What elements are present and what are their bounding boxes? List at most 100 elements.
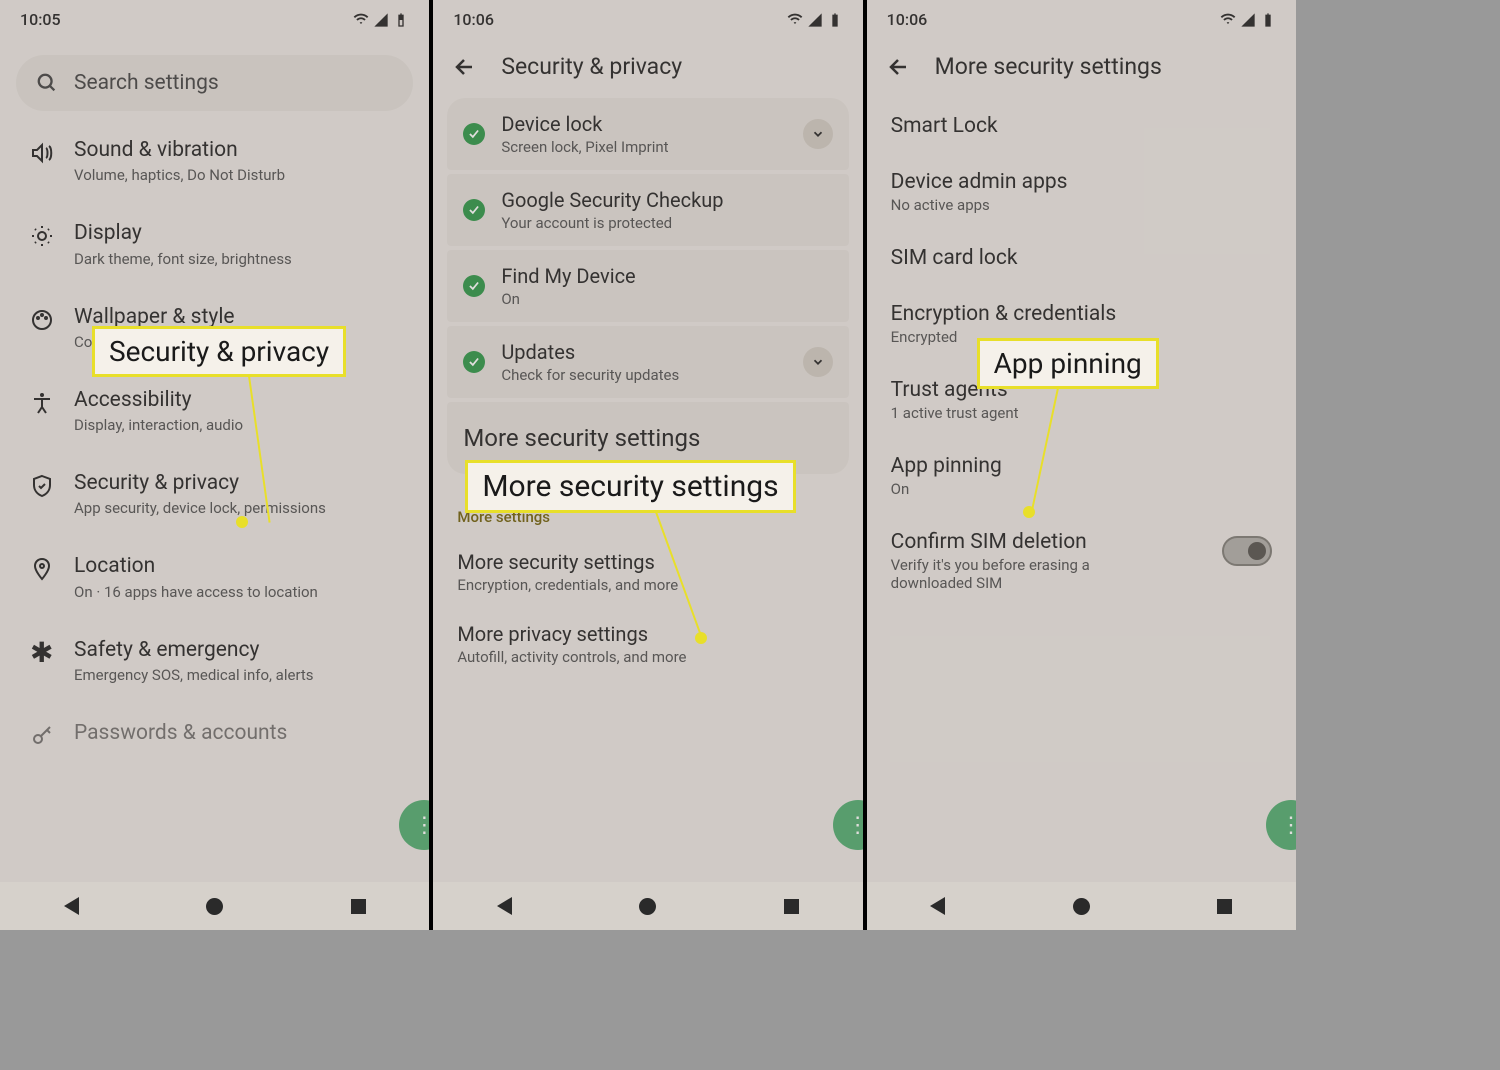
brightness-icon <box>30 224 54 252</box>
status-bar: 10:06 <box>867 0 1296 35</box>
card-title: Updates <box>501 340 786 364</box>
card-title: More security settings <box>463 424 832 452</box>
screen-security-privacy: 10:06 Security & privacy Device lock Scr… <box>433 0 866 930</box>
wifi-icon <box>353 12 369 28</box>
item-sub: Volume, haptics, Do Not Disturb <box>74 166 409 184</box>
signal-icon <box>373 12 389 28</box>
back-icon[interactable] <box>887 55 911 79</box>
card-sub: On <box>501 290 832 308</box>
settings-item-display[interactable]: Display Dark theme, font size, brightnes… <box>0 202 429 285</box>
item-title: Smart Lock <box>891 114 1272 138</box>
search-icon <box>36 72 58 94</box>
page-title: Security & privacy <box>501 53 682 80</box>
settings-item-passwords[interactable]: Passwords & accounts <box>0 702 429 770</box>
nav-back-icon[interactable] <box>497 897 512 915</box>
settings-item-accessibility[interactable]: Accessibility Display, interaction, audi… <box>0 369 429 452</box>
clock: 10:05 <box>20 10 61 29</box>
check-icon <box>463 123 485 145</box>
nav-back-icon[interactable] <box>64 897 79 915</box>
clock: 10:06 <box>887 10 928 29</box>
settings-item-safety[interactable]: ✱ Safety & emergency Emergency SOS, medi… <box>0 619 429 702</box>
screen-settings: 10:05 Search settings Sound & vibration … <box>0 0 433 930</box>
nav-bar <box>433 882 862 930</box>
item-smart-lock[interactable]: Smart Lock <box>867 98 1296 154</box>
item-more-security[interactable]: More security settings Encryption, crede… <box>433 536 862 608</box>
security-card-list: Device lock Screen lock, Pixel Imprint G… <box>447 98 848 474</box>
item-title: Encryption & credentials <box>891 302 1272 326</box>
card-google-checkup[interactable]: Google Security Checkup Your account is … <box>447 174 848 246</box>
fab-button[interactable]: ⋮ <box>399 800 433 850</box>
battery-icon <box>393 12 409 28</box>
item-title: Confirm SIM deletion <box>891 530 1202 554</box>
card-updates[interactable]: Updates Check for security updates <box>447 326 848 398</box>
item-title: Security & privacy <box>74 470 409 497</box>
chevron-down-icon[interactable] <box>803 119 833 149</box>
card-title: Google Security Checkup <box>501 188 832 212</box>
item-sub: App security, device lock, permissions <box>74 499 409 517</box>
status-bar: 10:06 <box>433 0 862 35</box>
key-icon <box>30 724 54 752</box>
callout-app-pinning: App pinning <box>977 338 1159 389</box>
status-icons <box>353 12 409 28</box>
item-more-privacy[interactable]: More privacy settings Autofill, activity… <box>433 608 862 680</box>
wifi-icon <box>787 12 803 28</box>
item-sub: Verify it's you before erasing a downloa… <box>891 556 1151 592</box>
item-sub: On · 16 apps have access to location <box>74 583 409 601</box>
check-icon <box>463 275 485 297</box>
card-find-device[interactable]: Find My Device On <box>447 250 848 322</box>
item-sub: Display, interaction, audio <box>74 416 409 434</box>
fab-button[interactable]: ⋮ <box>833 800 867 850</box>
item-sub: No active apps <box>891 196 1272 214</box>
fab-button[interactable]: ⋮ <box>1266 800 1296 850</box>
card-device-lock[interactable]: Device lock Screen lock, Pixel Imprint <box>447 98 848 170</box>
item-device-admin[interactable]: Device admin apps No active apps <box>867 154 1296 230</box>
nav-home-icon[interactable] <box>206 898 223 915</box>
card-title: Find My Device <box>501 264 832 288</box>
item-sub: Emergency SOS, medical info, alerts <box>74 666 409 684</box>
nav-recent-icon[interactable] <box>784 899 799 914</box>
item-sim-lock[interactable]: SIM card lock <box>867 230 1296 286</box>
signal-icon <box>1240 12 1256 28</box>
settings-item-sound[interactable]: Sound & vibration Volume, haptics, Do No… <box>0 119 429 202</box>
nav-bar <box>0 882 429 930</box>
card-sub: Check for security updates <box>501 366 786 384</box>
nav-bar <box>867 882 1296 930</box>
card-sub: Screen lock, Pixel Imprint <box>501 138 786 156</box>
search-input[interactable]: Search settings <box>16 55 413 111</box>
status-icons <box>1220 12 1276 28</box>
page-title: More security settings <box>935 53 1162 80</box>
nav-recent-icon[interactable] <box>1217 899 1232 914</box>
item-title: Sound & vibration <box>74 137 409 164</box>
callout-security: Security & privacy <box>92 326 346 377</box>
signal-icon <box>807 12 823 28</box>
asterisk-icon: ✱ <box>30 641 54 665</box>
item-app-pinning[interactable]: App pinning On <box>867 438 1296 514</box>
item-title: Location <box>74 553 409 580</box>
nav-recent-icon[interactable] <box>351 899 366 914</box>
item-title: App pinning <box>891 454 1272 478</box>
battery-icon <box>1260 12 1276 28</box>
location-icon <box>30 557 54 585</box>
wifi-icon <box>1220 12 1236 28</box>
item-title: Passwords & accounts <box>74 720 409 747</box>
item-sub: Dark theme, font size, brightness <box>74 250 409 268</box>
item-title: More privacy settings <box>457 622 838 646</box>
chevron-down-icon[interactable] <box>803 347 833 377</box>
nav-back-icon[interactable] <box>930 897 945 915</box>
card-title: Device lock <box>501 112 786 136</box>
settings-item-security[interactable]: Security & privacy App security, device … <box>0 452 429 535</box>
nav-home-icon[interactable] <box>1073 898 1090 915</box>
status-icons <box>787 12 843 28</box>
item-sub: Autofill, activity controls, and more <box>457 648 838 666</box>
item-sub: Encryption, credentials, and more <box>457 576 838 594</box>
clock: 10:06 <box>453 10 494 29</box>
settings-item-location[interactable]: Location On · 16 apps have access to loc… <box>0 535 429 618</box>
item-confirm-sim[interactable]: Confirm SIM deletion Verify it's you bef… <box>867 514 1296 608</box>
toggle-confirm-sim[interactable] <box>1222 536 1272 566</box>
battery-icon <box>827 12 843 28</box>
back-icon[interactable] <box>453 55 477 79</box>
accessibility-icon <box>30 391 54 419</box>
status-bar: 10:05 <box>0 0 429 35</box>
nav-home-icon[interactable] <box>639 898 656 915</box>
item-title: More security settings <box>457 550 838 574</box>
